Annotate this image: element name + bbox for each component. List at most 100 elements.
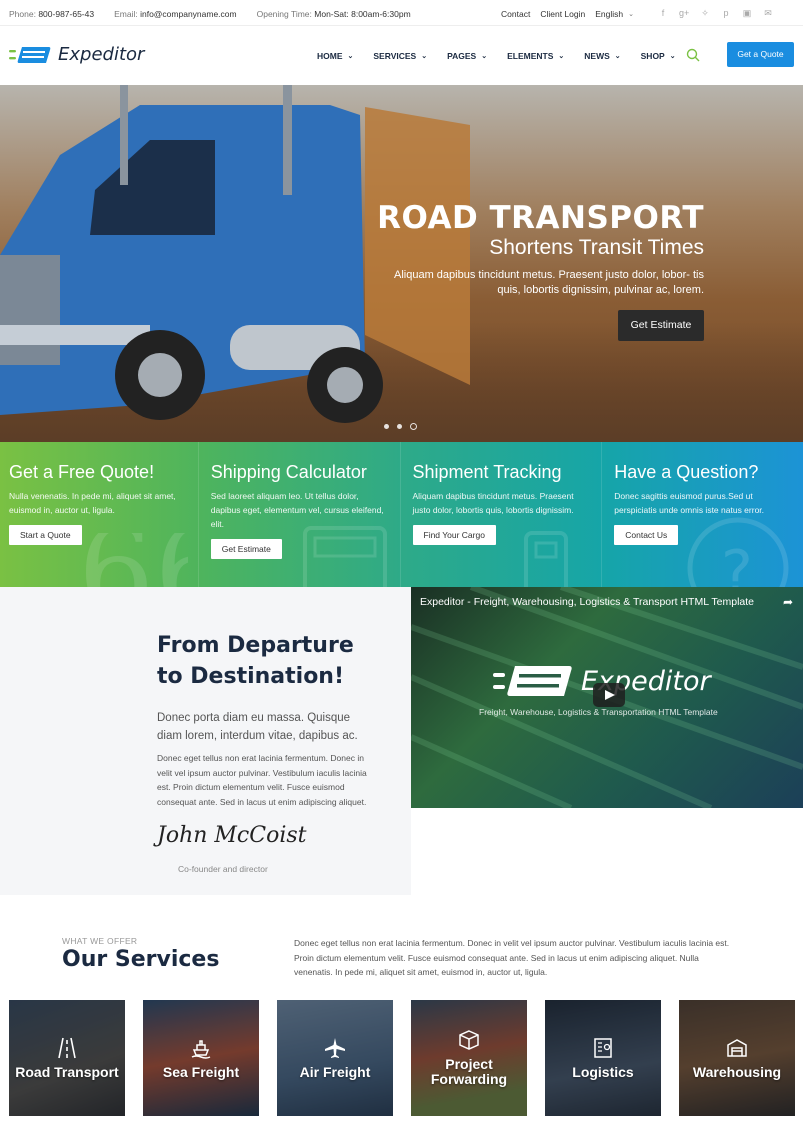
service-card-project-forwarding[interactable]: Project Forwarding xyxy=(411,1000,527,1116)
chevron-down-icon: ⌄ xyxy=(669,53,676,60)
warehouse-icon xyxy=(727,1038,747,1057)
about-section: From Departure to Destination! Donec por… xyxy=(0,587,411,895)
features-strip: Get a Free Quote! Nulla venenatis. In pe… xyxy=(0,442,803,587)
email-info: Email: info@companyname.com xyxy=(114,9,237,19)
feature-title: Have a Question? xyxy=(614,462,759,482)
signature: John McCoist xyxy=(157,823,307,848)
feature-text: Nulla venenatis. In pede mi, aliquet sit… xyxy=(9,491,176,515)
calculator-icon xyxy=(302,526,387,587)
slider-dot-active[interactable] xyxy=(410,423,417,430)
service-card-warehousing[interactable]: Warehousing xyxy=(679,1000,795,1116)
pinterest-icon[interactable]: p xyxy=(721,8,731,19)
social-links: f g+ ✧ p ▣ ✉ xyxy=(658,8,773,19)
nav-item-elements[interactable]: ELEMENTS ⌄ xyxy=(507,51,564,61)
nav-item-services[interactable]: SERVICES ⌄ xyxy=(373,51,427,61)
top-bar: Phone: 800-987-65-43 Email: info@company… xyxy=(0,0,803,26)
service-card-logistics[interactable]: Logistics xyxy=(545,1000,661,1116)
search-icon[interactable] xyxy=(686,48,700,62)
service-label: Warehousing xyxy=(692,1063,782,1080)
logo-text: Expeditor xyxy=(58,44,145,65)
service-card-sea-freight[interactable]: Sea Freight xyxy=(143,1000,259,1116)
share-icon[interactable]: ➦ xyxy=(783,595,793,609)
service-label: Project Forwarding xyxy=(430,1056,508,1087)
chevron-down-icon: ⌄ xyxy=(421,53,428,60)
slider-dot[interactable] xyxy=(397,424,402,429)
main-header: Expeditor HOME ⌄ SERVICES ⌄ PAGES ⌄ ELEMENT… xyxy=(0,26,803,85)
video-player[interactable]: Expeditor - Freight, Warehousing, Logist… xyxy=(411,587,803,808)
main-nav: HOME ⌄ SERVICES ⌄ PAGES ⌄ ELEMENTS ⌄ NEWS ⌄ S… xyxy=(317,51,676,61)
chevron-down-icon: ⌄ xyxy=(347,53,354,60)
svg-text:66: 66 xyxy=(78,533,188,587)
hero-description: Aliquam dapibus tincidunt metus. Praesen… xyxy=(394,269,704,296)
service-label: Air Freight xyxy=(299,1063,371,1080)
feature-free-quote: Get a Free Quote! Nulla venenatis. In pe… xyxy=(0,442,198,587)
slider-dots xyxy=(384,423,417,430)
box-icon xyxy=(459,1030,479,1050)
service-card-road-transport[interactable]: Road Transport xyxy=(9,1000,125,1116)
nav-item-home[interactable]: HOME ⌄ xyxy=(317,51,353,61)
slider-dot[interactable] xyxy=(384,424,389,429)
truck-image xyxy=(0,85,470,423)
chevron-down-icon: ⌄ xyxy=(558,53,565,60)
email-link[interactable]: info@companyname.com xyxy=(140,9,237,19)
services-title: Our Services xyxy=(62,947,220,972)
services-description: Donec eget tellus non erat lacinia ferme… xyxy=(294,938,730,977)
find-cargo-button[interactable]: Find Your Cargo xyxy=(412,525,496,545)
chevron-down-icon: ⌄ xyxy=(614,53,621,60)
signature-role: Co-founder and director xyxy=(178,864,268,874)
logo-icon xyxy=(9,46,51,63)
feature-text: Aliquam dapibus tincidunt metus. Praesen… xyxy=(412,491,574,515)
client-login-link[interactable]: Client Login xyxy=(540,9,585,19)
feature-question: Have a Question? Donec sagittis euismod … xyxy=(601,442,803,587)
get-estimate-button[interactable]: Get Estimate xyxy=(210,539,282,559)
video-subtitle: Freight, Warehouse, Logistics & Transpor… xyxy=(479,707,718,717)
hero-slider: ROAD TRANSPORT Shortens Transit Times Al… xyxy=(0,85,803,442)
feature-title: Shipment Tracking xyxy=(412,462,562,482)
facebook-icon[interactable]: f xyxy=(658,8,668,19)
logo-icon xyxy=(493,666,572,696)
services-eyebrow: WHAT WE OFFER xyxy=(62,936,138,946)
get-quote-button[interactable]: Get a Quote xyxy=(727,42,794,67)
feature-title: Get a Free Quote! xyxy=(9,462,155,482)
about-body: Donec eget tellus non erat lacinia ferme… xyxy=(157,753,367,807)
language-label: English xyxy=(595,8,624,19)
hours-info: Opening Time: Mon-Sat: 8:00am-6:30pm xyxy=(256,9,411,19)
instagram-icon[interactable]: ▣ xyxy=(742,8,752,19)
opening-hours: Mon-Sat: 8:00am-6:30pm xyxy=(314,9,411,19)
phone-info: Phone: 800-987-65-43 xyxy=(9,9,95,19)
tracking-device-icon xyxy=(524,531,569,587)
chevron-down-icon: ⌄ xyxy=(481,53,488,60)
contact-info: Phone: 800-987-65-43 Email: info@company… xyxy=(9,9,411,19)
road-icon xyxy=(58,1037,76,1058)
nav-item-shop[interactable]: SHOP ⌄ xyxy=(641,51,676,61)
get-estimate-button[interactable]: Get Estimate xyxy=(618,310,704,341)
language-select[interactable]: English ⌄ xyxy=(595,9,634,19)
mail-icon[interactable]: ✉ xyxy=(763,8,773,19)
play-icon[interactable] xyxy=(593,683,625,707)
ship-icon xyxy=(191,1039,211,1059)
phone-number[interactable]: 800-987-65-43 xyxy=(38,9,94,19)
service-card-air-freight[interactable]: Air Freight xyxy=(277,1000,393,1116)
contact-us-button[interactable]: Contact Us xyxy=(614,525,679,545)
service-label: Road Transport xyxy=(15,1063,119,1080)
google-plus-icon[interactable]: g+ xyxy=(679,8,689,19)
site-logo[interactable]: Expeditor xyxy=(9,44,144,65)
services-grid: Road Transport Sea Freight Air Freight P… xyxy=(9,1000,795,1116)
feature-shipment-tracking: Shipment Tracking Aliquam dapibus tincid… xyxy=(399,442,602,587)
twitter-icon[interactable]: ✧ xyxy=(700,8,710,19)
quote-mark-icon: 66 xyxy=(78,533,188,587)
contact-link[interactable]: Contact xyxy=(501,9,530,19)
svg-text:?: ? xyxy=(721,538,753,587)
map-icon xyxy=(594,1037,612,1058)
start-quote-button[interactable]: Start a Quote xyxy=(9,525,82,545)
service-label: Sea Freight xyxy=(162,1063,240,1080)
hero-title: ROAD TRANSPORT xyxy=(377,200,704,236)
plane-icon xyxy=(325,1037,345,1058)
question-mark-icon: ? xyxy=(687,517,789,587)
video-title[interactable]: Expeditor - Freight, Warehousing, Logist… xyxy=(420,596,754,608)
about-lead: Donec porta diam eu massa. Quisque diam … xyxy=(157,712,358,742)
nav-item-pages[interactable]: PAGES ⌄ xyxy=(447,51,487,61)
about-title: From Departure to Destination! xyxy=(157,633,354,689)
nav-item-news[interactable]: NEWS ⌄ xyxy=(584,51,620,61)
service-label: Logistics xyxy=(572,1063,634,1080)
